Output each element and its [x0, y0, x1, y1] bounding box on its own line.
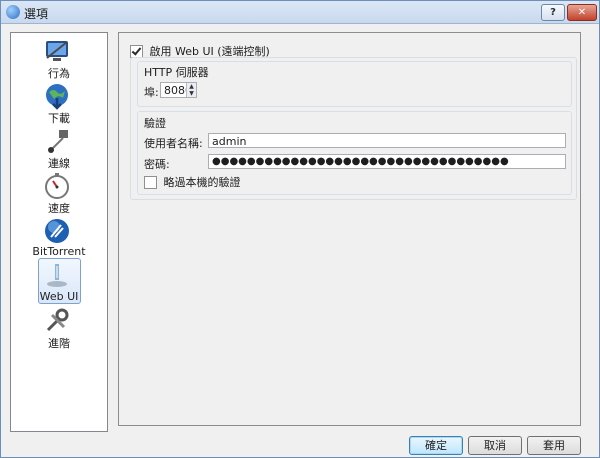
ok-button[interactable]: 確定: [409, 436, 463, 455]
username-field[interactable]: admin: [208, 133, 566, 148]
bypass-local-auth-option[interactable]: 略過本機的驗證: [144, 174, 241, 190]
qbittorrent-logo-icon: [6, 5, 20, 19]
authentication-title: 驗證: [144, 117, 166, 130]
password-value: ●●●●●●●●●●●●●●●●●●●●●●●●●●●●●●●●●●: [212, 156, 509, 167]
bypass-local-auth-label: 略過本機的驗證: [163, 176, 241, 189]
web-ui-icon: [47, 264, 67, 287]
password-label: 密碼:: [144, 158, 170, 171]
apply-button[interactable]: 套用: [527, 436, 581, 455]
port-spinbox[interactable]: 8080 ▲ ▼: [160, 82, 197, 98]
username-label: 使用者名稱:: [144, 137, 203, 150]
connection-icon: [48, 130, 68, 153]
sidebar-item-speed[interactable]: 速度: [11, 172, 107, 216]
options-dialog: 選項 ? ✕ 行為 下載 連線 速度 BitTorrent Web UI 進階 …: [0, 0, 600, 458]
port-decrement-button[interactable]: ▼: [186, 90, 196, 97]
http-server-title: HTTP 伺服器: [144, 66, 209, 79]
username-value: admin: [212, 135, 247, 148]
sidebar-item-label: 下載: [48, 112, 70, 125]
sidebar-item-connection[interactable]: 連線: [11, 127, 107, 171]
password-field[interactable]: ●●●●●●●●●●●●●●●●●●●●●●●●●●●●●●●●●●: [208, 154, 566, 169]
help-button[interactable]: ?: [541, 4, 565, 21]
bypass-local-auth-checkbox[interactable]: [144, 175, 157, 189]
port-increment-button[interactable]: ▲: [186, 83, 196, 90]
speed-icon: [45, 173, 69, 199]
sidebar-item-label: Web UI: [39, 290, 79, 303]
bittorrent-icon: [45, 219, 69, 243]
download-icon: [46, 84, 68, 110]
sidebar-item-label: 行為: [48, 67, 70, 80]
title-bar[interactable]: 選項 ? ✕: [1, 1, 599, 24]
enable-web-ui-checkbox[interactable]: [130, 44, 143, 58]
sidebar-item-behavior[interactable]: 行為: [11, 37, 107, 81]
sidebar-item-label: BitTorrent: [32, 245, 86, 258]
sidebar-item-download[interactable]: 下載: [11, 82, 107, 126]
sidebar-item-advanced[interactable]: 進階: [11, 307, 107, 351]
sidebar-item-bittorrent[interactable]: BitTorrent: [11, 217, 107, 261]
options-category-list: 行為 下載 連線 速度 BitTorrent Web UI 進階: [10, 32, 108, 432]
window-title: 選項: [24, 7, 49, 21]
behavior-icon: [46, 41, 68, 61]
sidebar-item-web-ui[interactable]: Web UI: [11, 258, 107, 306]
port-label: 埠:: [144, 86, 159, 99]
close-button[interactable]: ✕: [567, 4, 597, 21]
sidebar-item-label: 進階: [48, 337, 70, 350]
cancel-button[interactable]: 取消: [468, 436, 522, 455]
web-ui-group: HTTP 伺服器 埠: 8080 ▲ ▼ 驗證 使用者名稱: admin 密碼:…: [130, 57, 577, 200]
sidebar-item-label: 速度: [48, 202, 70, 215]
sidebar-item-label: 連線: [48, 157, 70, 170]
web-ui-settings-panel: 啟用 Web UI (遠端控制) HTTP 伺服器 埠: 8080 ▲ ▼ 驗證…: [118, 32, 581, 426]
authentication-group: 驗證 使用者名稱: admin 密碼: ●●●●●●●●●●●●●●●●●●●●…: [137, 111, 572, 195]
http-server-group: HTTP 伺服器 埠: 8080 ▲ ▼: [137, 61, 572, 107]
advanced-icon: [46, 308, 69, 332]
